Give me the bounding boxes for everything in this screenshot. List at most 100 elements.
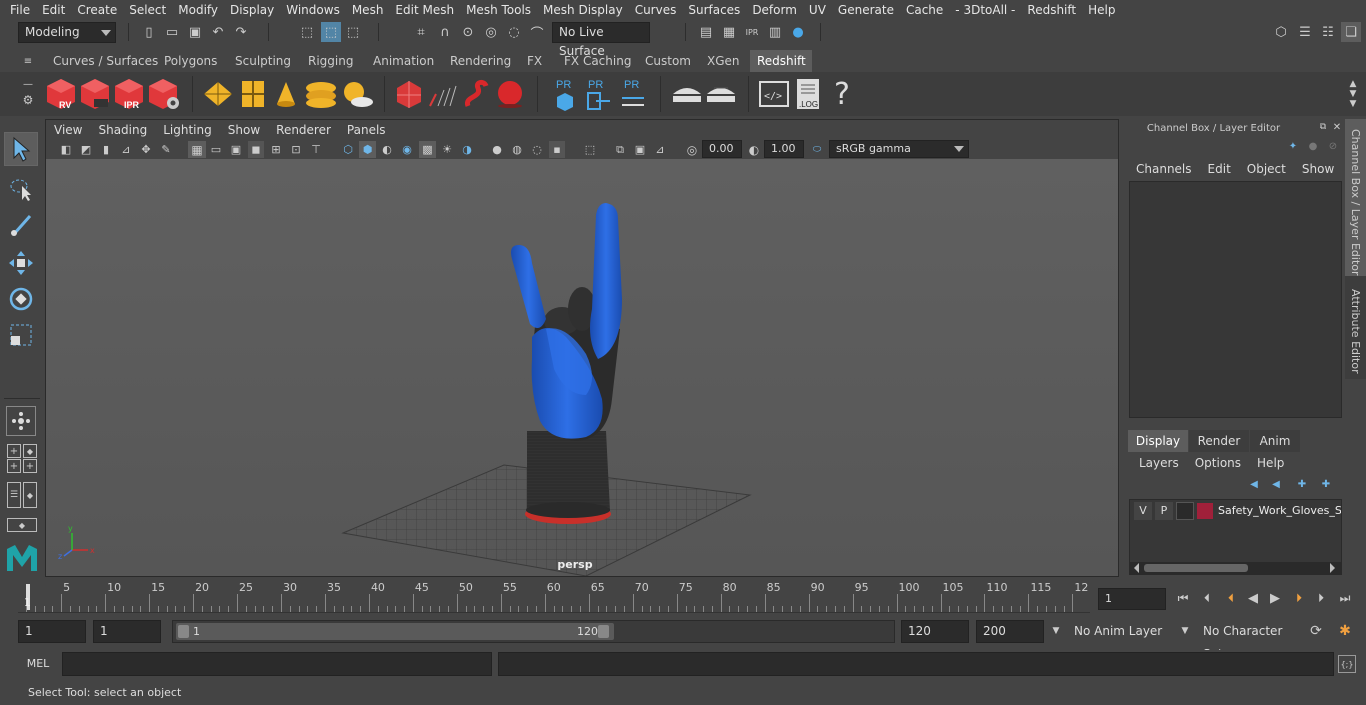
rs-sun-sky-icon[interactable] bbox=[338, 78, 374, 110]
menu-uv[interactable]: UV bbox=[803, 3, 832, 17]
help-menu[interactable]: Help bbox=[1249, 453, 1292, 473]
rs-dome-light-icon[interactable] bbox=[303, 78, 339, 110]
tab-anim[interactable]: Anim bbox=[1250, 430, 1300, 452]
layout-persp-outliner-icon[interactable]: ◆ bbox=[23, 444, 37, 458]
command-input[interactable] bbox=[62, 652, 492, 676]
rs-hair-icon[interactable] bbox=[426, 78, 458, 110]
rs-proxy-icon[interactable] bbox=[394, 78, 424, 110]
xray-joints-icon[interactable]: ⊿ bbox=[652, 141, 668, 158]
gamma-field[interactable]: 1.00 bbox=[764, 140, 804, 158]
smooth-shade-icon[interactable]: ⬢ bbox=[359, 141, 376, 158]
use-all-lights-icon[interactable]: ☀ bbox=[439, 141, 455, 158]
rs-settings-icon[interactable] bbox=[147, 77, 181, 111]
color-management-icon[interactable]: ⬭ bbox=[809, 141, 825, 158]
isolate-select-icon[interactable]: ⬚ bbox=[582, 141, 598, 158]
menu-help[interactable]: Help bbox=[1082, 3, 1121, 17]
layout-grid-icon[interactable]: + bbox=[7, 459, 21, 473]
script-editor-icon[interactable]: {;} bbox=[1338, 655, 1356, 673]
xray-active-icon[interactable]: ▣ bbox=[632, 141, 648, 158]
scale-tool-icon[interactable] bbox=[6, 320, 36, 350]
paint-select-tool-icon[interactable] bbox=[6, 210, 36, 240]
rs-help-icon[interactable]: ? bbox=[830, 77, 854, 112]
rs-bake-icon[interactable] bbox=[670, 80, 704, 108]
viewport-menu-show[interactable]: Show bbox=[220, 123, 268, 137]
two-d-pan-zoom-icon[interactable]: ✥ bbox=[138, 141, 154, 158]
snap-surface-icon[interactable]: ◌ bbox=[505, 22, 523, 42]
gamma-icon[interactable]: ◐ bbox=[746, 141, 762, 158]
rs-pr-export-icon[interactable]: PR bbox=[584, 77, 612, 113]
rs-ipr-icon[interactable]: IPR bbox=[113, 77, 145, 111]
rs-pr-mesh-icon[interactable]: PR bbox=[552, 77, 578, 113]
menu-edit-mesh[interactable]: Edit Mesh bbox=[389, 3, 460, 17]
snap-curve-icon[interactable]: ∩ bbox=[436, 22, 454, 42]
perspective-viewport[interactable]: View Shading Lighting Show Renderer Panels ◧ … bbox=[45, 119, 1119, 577]
move-layer-up-icon[interactable]: ◀ bbox=[1245, 477, 1263, 491]
anti-aliasing-icon[interactable]: ◌ bbox=[529, 141, 545, 158]
new-layer-selected-icon[interactable]: ✚ bbox=[1317, 477, 1335, 491]
anim-layer-arrow-icon[interactable]: ▼ bbox=[1049, 623, 1063, 639]
menu-generate[interactable]: Generate bbox=[832, 3, 900, 17]
attribute-editor-toggle-icon[interactable]: ☰ bbox=[1295, 22, 1315, 42]
channel-options-icon[interactable]: ⊘ bbox=[1326, 139, 1340, 153]
menu-redshift[interactable]: Redshift bbox=[1021, 3, 1082, 17]
redo-icon[interactable]: ↷ bbox=[232, 22, 250, 42]
shelf-menu-icon[interactable]: ≡ bbox=[20, 54, 36, 68]
save-scene-icon[interactable]: ▣ bbox=[186, 22, 204, 42]
grease-pencil-icon[interactable]: ✎ bbox=[158, 141, 174, 158]
exposure-field[interactable]: 0.00 bbox=[702, 140, 742, 158]
rs-code-icon[interactable]: </> bbox=[758, 78, 790, 110]
show-manipulator-icon[interactable] bbox=[6, 406, 36, 436]
menu-edit[interactable]: Edit bbox=[36, 3, 71, 17]
menu-cache[interactable]: Cache bbox=[900, 3, 949, 17]
layout-time-icon[interactable]: ◆ bbox=[7, 518, 37, 532]
workspace-dropdown[interactable]: Modeling bbox=[18, 22, 116, 43]
range-end-grip[interactable] bbox=[598, 625, 609, 638]
shelf-tab-fx-caching[interactable]: FX Caching bbox=[557, 50, 638, 72]
resolution-gate-icon[interactable]: ▣ bbox=[228, 141, 244, 158]
snap-view-icon[interactable]: ◎ bbox=[482, 22, 500, 42]
render-view-icon[interactable]: ▤ bbox=[697, 22, 715, 42]
float-panel-icon[interactable]: ⧉ bbox=[1317, 121, 1329, 133]
layers-menu[interactable]: Layers bbox=[1121, 453, 1187, 473]
new-scene-icon[interactable]: ▯ bbox=[140, 22, 158, 42]
channel-box-toggle-icon[interactable]: ❏ bbox=[1341, 22, 1361, 42]
range-slider[interactable]: 1 120 bbox=[172, 620, 895, 643]
object-menu[interactable]: Object bbox=[1239, 159, 1294, 179]
screen-space-ao-icon[interactable]: ● bbox=[489, 141, 505, 158]
layout-outliner-icon[interactable]: ☰ bbox=[7, 482, 21, 508]
make-live-icon[interactable]: ⌒ bbox=[528, 22, 546, 42]
shelf-tab-polygons[interactable]: Polygons bbox=[157, 50, 224, 72]
tab-render[interactable]: Render bbox=[1189, 430, 1249, 452]
character-set-dropdown[interactable]: No Character Set bbox=[1197, 620, 1302, 661]
channels-menu[interactable]: Channels bbox=[1121, 159, 1200, 179]
menu-file[interactable]: File bbox=[0, 3, 36, 17]
viewport-menu-renderer[interactable]: Renderer bbox=[268, 123, 339, 137]
modeling-toolkit-icon[interactable]: ⬡ bbox=[1272, 22, 1290, 42]
shadows-icon[interactable]: ◑ bbox=[459, 141, 475, 158]
shelf-tab-animation[interactable]: Animation bbox=[366, 50, 441, 72]
menu-mesh[interactable]: Mesh bbox=[346, 3, 390, 17]
play-forward-icon[interactable]: ▶ bbox=[1266, 588, 1284, 608]
shelf-tab-rigging[interactable]: Rigging bbox=[301, 50, 360, 72]
safe-title-icon[interactable]: ⊤ bbox=[308, 141, 324, 158]
tab-display[interactable]: Display bbox=[1128, 430, 1188, 452]
open-scene-icon[interactable]: ▭ bbox=[163, 22, 181, 42]
auto-key-icon[interactable]: ⟳ bbox=[1306, 621, 1326, 641]
menu-surfaces[interactable]: Surfaces bbox=[682, 3, 746, 17]
shelf-tab-rendering[interactable]: Rendering bbox=[443, 50, 518, 72]
viewport-menu-panels[interactable]: Panels bbox=[339, 123, 394, 137]
lasso-tool-icon[interactable] bbox=[6, 174, 36, 204]
layer-playback-toggle[interactable]: P bbox=[1155, 502, 1173, 520]
layer-color-swatch[interactable] bbox=[1197, 503, 1213, 519]
xray-icon[interactable]: ⧉ bbox=[612, 141, 628, 158]
layer-type-toggle[interactable] bbox=[1176, 502, 1194, 520]
shelf-settings-icon[interactable]: ⚙ bbox=[20, 92, 36, 108]
shelf-scroll-icon[interactable]: ▲ ▼ ▼ bbox=[1346, 74, 1360, 114]
select-tool-icon[interactable] bbox=[4, 132, 38, 166]
playback-start-field[interactable]: 1 bbox=[93, 620, 161, 643]
viewport-menu-view[interactable]: View bbox=[46, 123, 90, 137]
animation-preferences-icon[interactable]: ✱ bbox=[1334, 621, 1356, 641]
channel-filter-icon[interactable]: ✦ bbox=[1286, 139, 1300, 153]
bookmark-icon[interactable]: ▮ bbox=[98, 141, 114, 158]
step-back-frame-icon[interactable]: ⏴ bbox=[1222, 588, 1240, 608]
